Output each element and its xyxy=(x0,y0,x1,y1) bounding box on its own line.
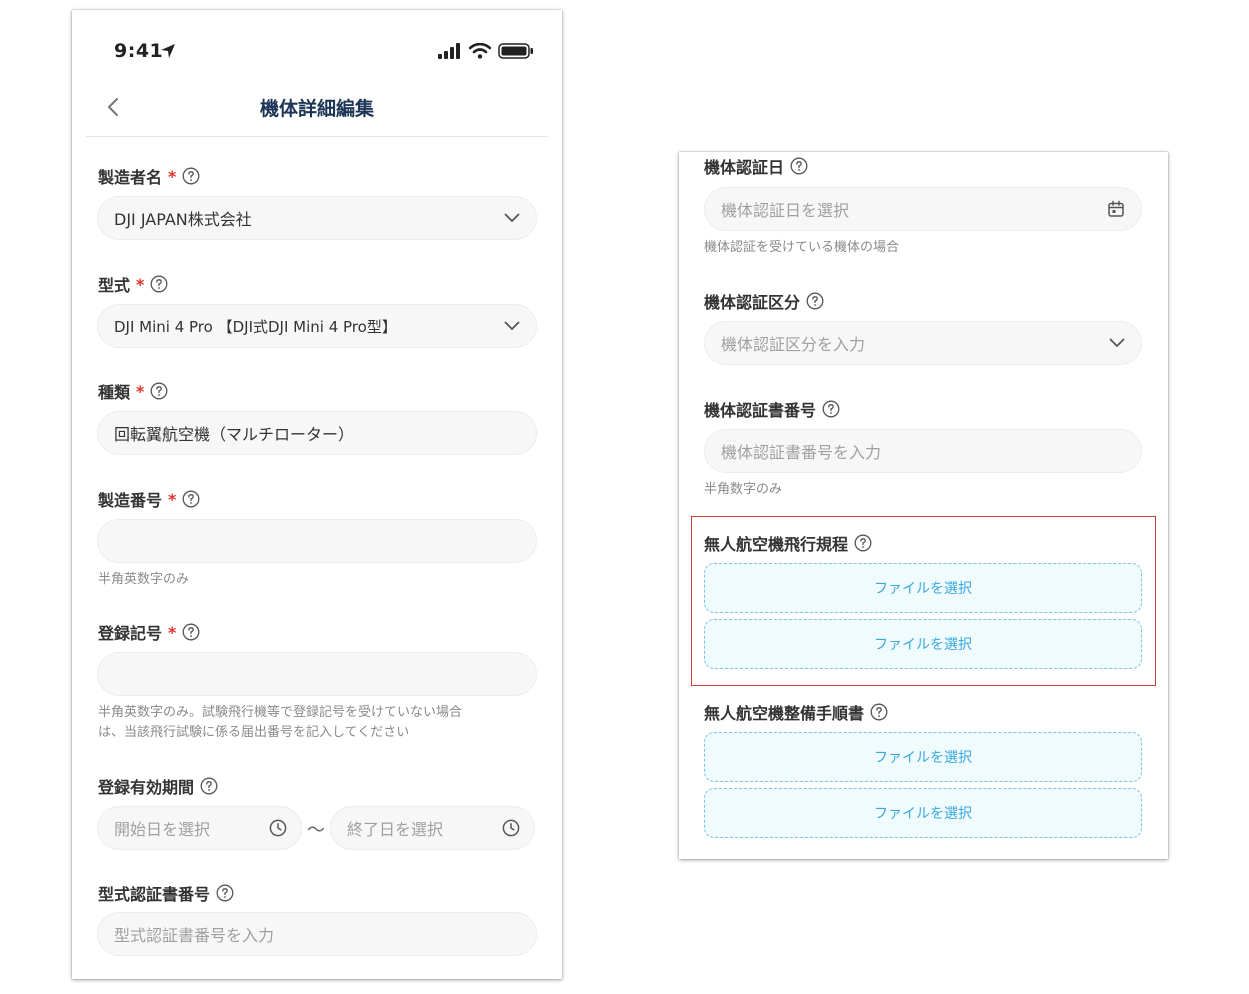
required-mark: * xyxy=(168,489,177,509)
page-title: 機体詳細編集 xyxy=(259,98,374,120)
required-mark: * xyxy=(168,622,177,642)
manufacturer-label: 製造者名 * xyxy=(98,164,200,188)
location-arrow-icon xyxy=(161,44,175,58)
type-cert-label: 型式認証書番号 xyxy=(98,881,234,905)
type-label: 種類 * xyxy=(98,379,168,403)
cert-class-label: 機体認証区分 xyxy=(704,289,824,313)
maintenance-label: 無人航空機整備手順書 xyxy=(704,700,888,724)
validity-label: 登録有効期間 xyxy=(98,774,218,798)
flight-rules-label: 無人航空機飛行規程 xyxy=(704,531,872,555)
help-icon[interactable] xyxy=(806,292,824,310)
cert-number-hint: 半角数字のみ xyxy=(704,482,783,497)
manufacturer-select[interactable]: DJI JAPAN株式会社 xyxy=(97,196,537,240)
serial-hint: 半角英数字のみ xyxy=(98,572,190,587)
registration-label: 登録記号 * xyxy=(98,620,200,644)
chevron-down-icon xyxy=(1109,338,1125,347)
help-icon[interactable] xyxy=(854,534,872,552)
help-icon[interactable] xyxy=(200,777,218,795)
required-mark: * xyxy=(136,381,145,401)
flight-rules-file-button-2[interactable]: ファイルを選択 xyxy=(704,619,1142,669)
phone-screen: 9:41 機体詳細編集 製造者名 * DJI JAPAN株式会社 型式 * DJ… xyxy=(72,10,562,979)
status-time: 9:41 xyxy=(114,40,164,62)
detail-panel: 機体認証日 機体認証日を選択 機体認証を受けている機体の場合 機体認証区分 機体… xyxy=(679,152,1168,859)
help-icon[interactable] xyxy=(150,275,168,293)
required-mark: * xyxy=(136,274,145,294)
model-select[interactable]: DJI Mini 4 Pro 【DJI式DJI Mini 4 Pro型】 xyxy=(97,304,537,348)
help-icon[interactable] xyxy=(182,623,200,641)
maintenance-file-button-1[interactable]: ファイルを選択 xyxy=(704,732,1142,782)
registration-input[interactable] xyxy=(97,652,537,696)
serial-input[interactable] xyxy=(97,519,537,563)
type-field[interactable]: 回転翼航空機（マルチローター） xyxy=(97,411,537,455)
header-divider xyxy=(86,136,548,137)
cert-class-select[interactable]: 機体認証区分を入力 xyxy=(704,321,1142,365)
clock-icon xyxy=(502,819,520,837)
maintenance-file-button-2[interactable]: ファイルを選択 xyxy=(704,788,1142,838)
battery-icon xyxy=(498,43,533,59)
registration-hint-line2: は、当該飛行試験に係る届出番号を記入してください xyxy=(98,725,410,740)
cert-number-input[interactable]: 機体認証書番号を入力 xyxy=(704,429,1142,473)
serial-label: 製造番号 * xyxy=(98,487,200,511)
date-range-separator: 〜 xyxy=(307,820,325,841)
chevron-down-icon xyxy=(504,321,520,330)
cert-number-label: 機体認証書番号 xyxy=(704,397,840,421)
cert-date-label: 機体認証日 xyxy=(704,154,808,178)
help-icon[interactable] xyxy=(216,884,234,902)
status-icons xyxy=(438,43,534,59)
cert-date-picker[interactable]: 機体認証日を選択 xyxy=(704,187,1142,231)
help-icon[interactable] xyxy=(150,382,168,400)
model-label: 型式 * xyxy=(98,272,168,296)
calendar-icon xyxy=(1108,200,1124,217)
clock-icon xyxy=(269,819,287,837)
cert-date-hint: 機体認証を受けている機体の場合 xyxy=(704,240,900,255)
help-icon[interactable] xyxy=(870,703,888,721)
chevron-down-icon xyxy=(504,213,520,222)
registration-hint-line1: 半角英数字のみ。試験飛行機等で登録記号を受けていない場合 xyxy=(98,705,463,720)
required-mark: * xyxy=(168,166,177,186)
help-icon[interactable] xyxy=(822,400,840,418)
help-icon[interactable] xyxy=(182,167,200,185)
flight-rules-file-button-1[interactable]: ファイルを選択 xyxy=(704,563,1142,613)
type-cert-input[interactable]: 型式認証書番号を入力 xyxy=(97,912,537,956)
help-icon[interactable] xyxy=(182,490,200,508)
end-date-picker[interactable]: 終了日を選択 xyxy=(330,806,535,850)
cellular-signal-icon xyxy=(438,43,460,59)
help-icon[interactable] xyxy=(790,157,808,175)
wifi-icon xyxy=(469,43,491,59)
start-date-picker[interactable]: 開始日を選択 xyxy=(97,806,302,850)
